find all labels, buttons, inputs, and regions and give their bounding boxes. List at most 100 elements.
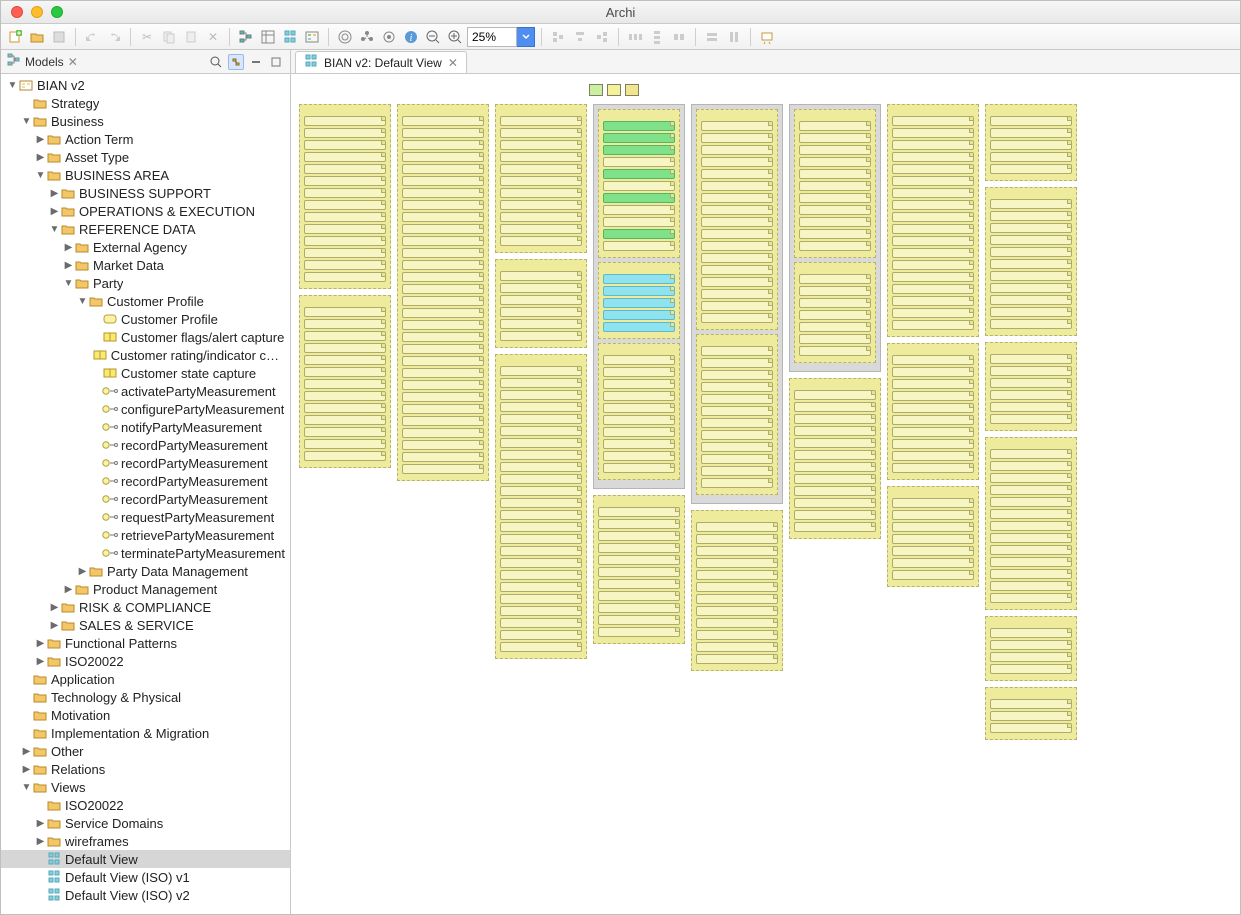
diagram-element[interactable] — [500, 582, 582, 592]
open-button[interactable] — [27, 27, 47, 47]
diagram-element[interactable] — [794, 438, 876, 448]
disclosure-triangle-icon[interactable]: ▶ — [49, 620, 60, 631]
diagram-group[interactable] — [593, 104, 685, 489]
tree-item[interactable]: requestPartyMeasurement — [1, 508, 290, 526]
diagram-element[interactable] — [892, 451, 974, 461]
diagram-element[interactable] — [304, 152, 386, 162]
disclosure-triangle-icon[interactable]: ▶ — [35, 836, 46, 847]
presentation-button[interactable] — [757, 27, 777, 47]
diagram-element[interactable] — [701, 241, 773, 251]
align-left-button[interactable] — [548, 27, 568, 47]
diagram-element[interactable] — [696, 522, 778, 532]
diagram-element[interactable] — [696, 534, 778, 544]
diagram-element[interactable] — [696, 606, 778, 616]
diagram-element[interactable] — [892, 116, 974, 126]
tree-item[interactable]: Customer state capture — [1, 364, 290, 382]
disclosure-triangle-icon[interactable]: ▶ — [63, 584, 74, 595]
diagram-element[interactable] — [402, 272, 484, 282]
disclosure-triangle-icon[interactable]: ▶ — [63, 242, 74, 253]
disclosure-triangle-icon[interactable]: ▼ — [77, 296, 88, 307]
diagram-element[interactable] — [402, 464, 484, 474]
diagram-element[interactable] — [603, 322, 675, 332]
diagram-element[interactable] — [892, 558, 974, 568]
diagram-group[interactable] — [299, 104, 391, 289]
diagram-element[interactable] — [304, 391, 386, 401]
diagram-element[interactable] — [603, 181, 675, 191]
diagram-element[interactable] — [696, 654, 778, 664]
diagram-element[interactable] — [892, 427, 974, 437]
diagram-group[interactable] — [887, 486, 979, 587]
match-size-button[interactable] — [669, 27, 689, 47]
match-width-button[interactable] — [702, 27, 722, 47]
diagram-element[interactable] — [701, 133, 773, 143]
diagram-element[interactable] — [598, 543, 680, 553]
diagram-element[interactable] — [794, 450, 876, 460]
disclosure-triangle-icon[interactable]: ▼ — [21, 782, 32, 793]
diagram-element[interactable] — [990, 569, 1072, 579]
zoom-dropdown-icon[interactable] — [517, 27, 535, 47]
diagram-element[interactable] — [794, 474, 876, 484]
diagram-element[interactable] — [696, 570, 778, 580]
tree-item[interactable]: recordPartyMeasurement — [1, 454, 290, 472]
diagram-element[interactable] — [304, 200, 386, 210]
tree-item[interactable]: Customer rating/indicator capture — [1, 346, 290, 364]
hints-button[interactable] — [357, 27, 377, 47]
diagram-element[interactable] — [990, 247, 1072, 257]
disclosure-triangle-icon[interactable]: ▶ — [35, 152, 46, 163]
diagram-group[interactable] — [985, 616, 1077, 681]
diagram-element[interactable] — [701, 205, 773, 215]
diagram-element[interactable] — [990, 593, 1072, 603]
zoom-out-button[interactable] — [423, 27, 443, 47]
diagram-element[interactable] — [990, 509, 1072, 519]
tree-item[interactable]: terminatePartyMeasurement — [1, 544, 290, 562]
diagram-element[interactable] — [892, 188, 974, 198]
diagram-element[interactable] — [402, 392, 484, 402]
diagram-element[interactable] — [500, 116, 582, 126]
diagram-element[interactable] — [696, 594, 778, 604]
diagram-element[interactable] — [500, 140, 582, 150]
diagram-element[interactable] — [500, 236, 582, 246]
diagram-element[interactable] — [990, 414, 1072, 424]
diagram-element[interactable] — [402, 284, 484, 294]
tree-item[interactable]: ▶wireframes — [1, 832, 290, 850]
tree-item[interactable]: ▼Customer Profile — [1, 292, 290, 310]
diagram-element[interactable] — [799, 145, 871, 155]
tree-item[interactable]: ▶Market Data — [1, 256, 290, 274]
diagram-element[interactable] — [500, 486, 582, 496]
tree-item[interactable]: ▶Party Data Management — [1, 562, 290, 580]
tree-item[interactable]: ▶Other — [1, 742, 290, 760]
diagram-element[interactable] — [603, 205, 675, 215]
diagram-element[interactable] — [701, 217, 773, 227]
diagram-element[interactable] — [402, 224, 484, 234]
tree-item[interactable]: Default View — [1, 850, 290, 868]
diagram-element[interactable] — [990, 497, 1072, 507]
diagram-element[interactable] — [598, 555, 680, 565]
diagram-element[interactable] — [990, 581, 1072, 591]
diagram-element[interactable] — [402, 128, 484, 138]
tree-view-button[interactable] — [236, 27, 256, 47]
diagram-element[interactable] — [304, 307, 386, 317]
diagram-element[interactable] — [500, 414, 582, 424]
diagram-element[interactable] — [402, 116, 484, 126]
diagram-element[interactable] — [990, 628, 1072, 638]
diagram-group[interactable] — [691, 510, 783, 671]
zoom-in-button[interactable] — [445, 27, 465, 47]
diagram-element[interactable] — [402, 164, 484, 174]
diagram-element[interactable] — [892, 403, 974, 413]
tree-item[interactable]: recordPartyMeasurement — [1, 472, 290, 490]
diagram-element[interactable] — [701, 394, 773, 404]
diagram-element[interactable] — [701, 430, 773, 440]
diagram-element[interactable] — [603, 229, 675, 239]
diagram-element[interactable] — [892, 200, 974, 210]
diagram-group[interactable] — [985, 437, 1077, 610]
diagram-element[interactable] — [603, 193, 675, 203]
disclosure-triangle-icon[interactable]: ▼ — [21, 116, 32, 127]
diagram-element[interactable] — [990, 473, 1072, 483]
diagram-element[interactable] — [500, 546, 582, 556]
diagram-element[interactable] — [892, 570, 974, 580]
diagram-element[interactable] — [603, 145, 675, 155]
disclosure-triangle-icon[interactable]: ▶ — [77, 566, 88, 577]
zoom-input[interactable] — [467, 27, 517, 47]
diagram-element[interactable] — [701, 406, 773, 416]
diagram-element[interactable] — [799, 241, 871, 251]
